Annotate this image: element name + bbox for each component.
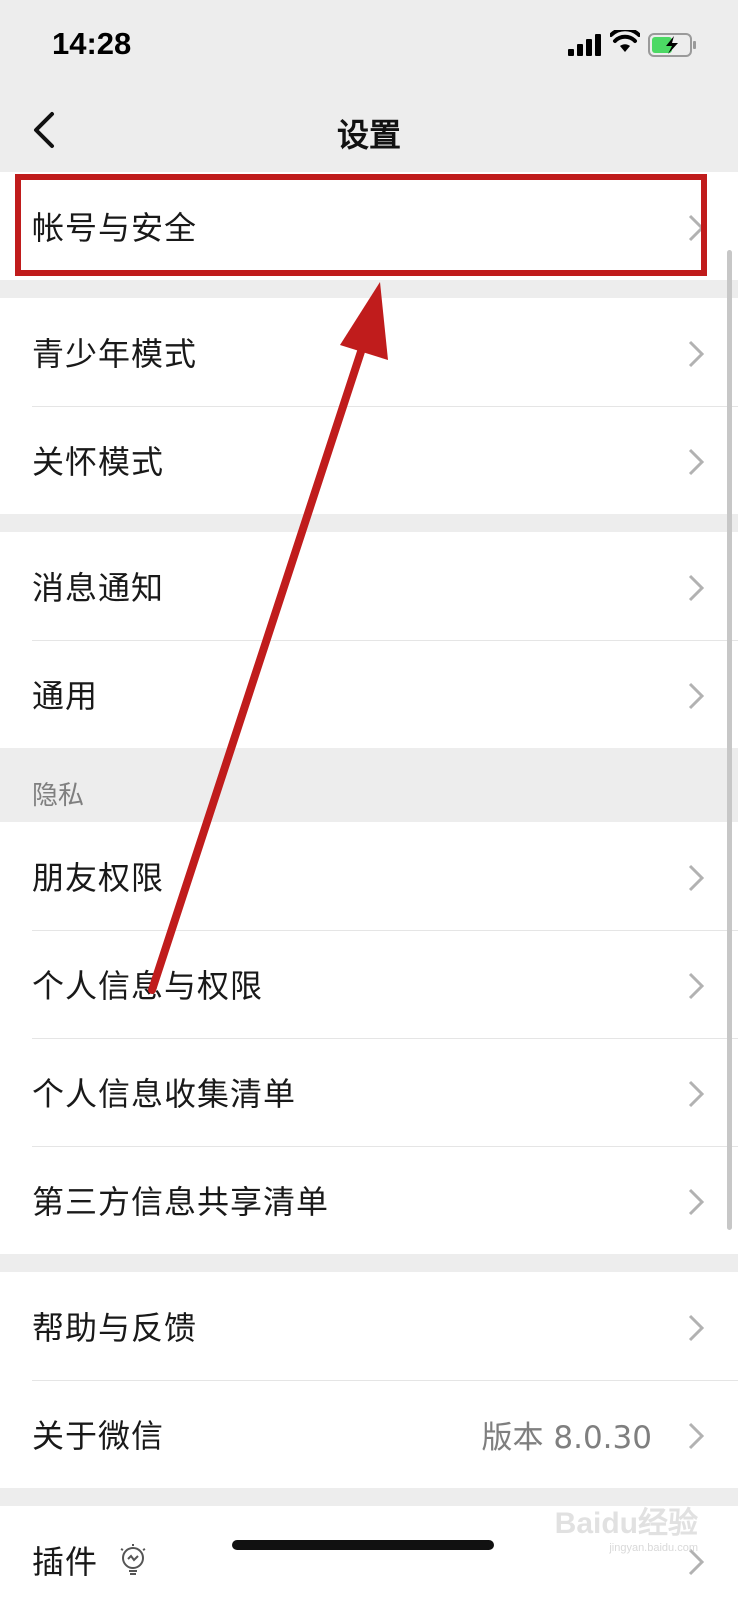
annotation-arrow — [148, 282, 388, 994]
watermark-url: jingyan.baidu.com — [609, 1542, 698, 1554]
home-indicator[interactable] — [232, 1540, 494, 1550]
watermark-brand: Baidu经验 — [554, 1507, 698, 1540]
watermark: Baidu经验 jingyan.baidu.com — [555, 1498, 698, 1554]
